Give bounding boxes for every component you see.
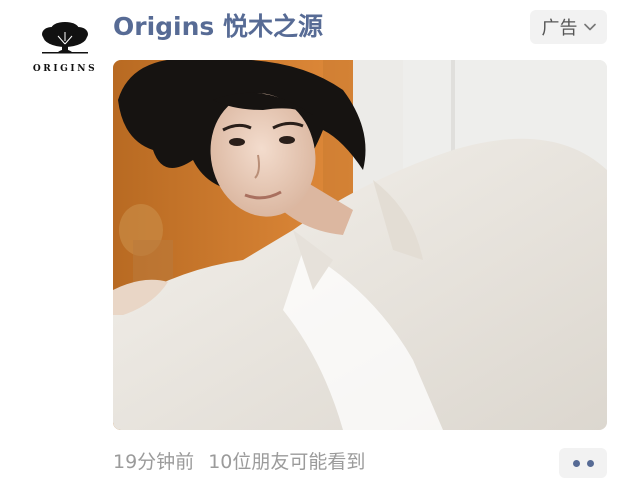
more-dots-icon [586, 459, 594, 467]
brand-wordmark: ORIGINS [32, 64, 98, 74]
more-dots-button[interactable] [559, 448, 607, 478]
account-avatar[interactable]: ORIGINS [28, 14, 102, 88]
friends-seen-text: 10位朋友可能看到 [208, 451, 366, 473]
account-name-link[interactable]: Origins 悦木之源 [113, 10, 323, 44]
ad-tag-button[interactable]: 广告 [530, 10, 607, 44]
post-photo[interactable] [113, 60, 607, 430]
ad-tag-label: 广告 [541, 18, 578, 39]
post-time: 19分钟前 [113, 451, 195, 473]
post-meta: 19分钟前 10位朋友可能看到 [113, 448, 365, 476]
oak-tree-logo-icon [42, 22, 88, 54]
more-dots-icon [572, 459, 580, 467]
chevron-down-icon [583, 23, 596, 31]
